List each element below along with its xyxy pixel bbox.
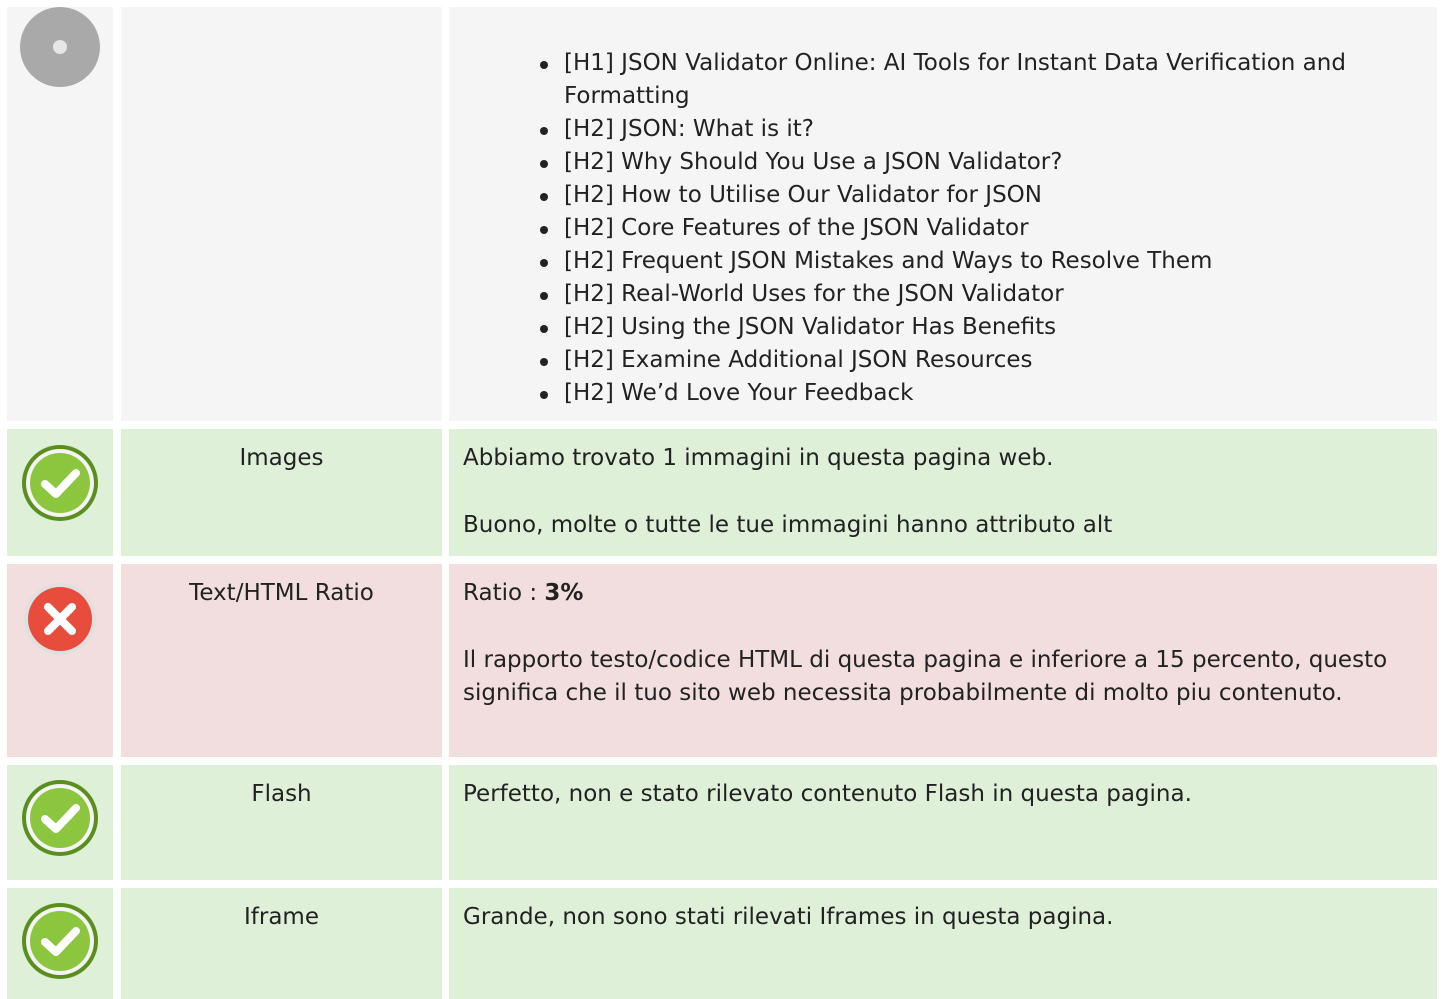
ratio-prefix: Ratio : [463,580,545,606]
neutral-status-icon [20,7,100,87]
headings-body-cell: [H1] JSON Validator Online: AI Tools for… [449,7,1437,421]
ratio-label: Text/HTML Ratio [189,580,374,606]
headings-label-cell [121,7,442,421]
heading-list-item: [H2] Examine Additional JSON Resources [540,344,1429,377]
heading-list-item: [H2] Using the JSON Validator Has Benefi… [540,311,1429,344]
heading-list-item: [H2] We’d Love Your Feedback [540,377,1429,410]
ratio-value: 3% [544,580,584,606]
iframe-row: Iframe Grande, non sono stati rilevati I… [0,888,1446,999]
heading-list-item: [H2] How to Utilise Our Validator for JS… [540,179,1429,212]
heading-list-item: [H2] Frequent JSON Mistakes and Ways to … [540,245,1429,278]
check-icon [22,445,98,521]
headings-icon-cell [7,7,113,421]
heading-list-item: [H2] Core Features of the JSON Validator [540,212,1429,245]
images-row: Images Abbiamo trovato 1 immagini in que… [0,429,1446,556]
heading-list-item: [H2] JSON: What is it? [540,113,1429,146]
images-alt-text: Buono, molte o tutte le tue immagini han… [463,512,1113,538]
heading-list-item: [H1] JSON Validator Online: AI Tools for… [540,47,1429,113]
flash-label: Flash [251,781,312,807]
iframe-text: Grande, non sono stati rilevati Iframes … [463,904,1114,930]
check-icon [22,780,98,856]
images-count-text: Abbiamo trovato 1 immagini in questa pag… [463,445,1054,471]
ratio-description: Il rapporto testo/codice HTML di questa … [463,647,1388,706]
heading-list-item: [H2] Why Should You Use a JSON Validator… [540,146,1429,179]
flash-row: Flash Perfetto, non e stato rilevato con… [0,765,1446,880]
error-icon [24,583,96,655]
ratio-value-line: Ratio : 3% [463,577,1417,610]
headings-row: [H1] JSON Validator Online: AI Tools for… [0,7,1446,421]
flash-text: Perfetto, non e stato rilevato contenuto… [463,781,1192,807]
iframe-label: Iframe [244,904,319,930]
headings-list: [H1] JSON Validator Online: AI Tools for… [540,47,1429,410]
heading-list-item: [H2] Real-World Uses for the JSON Valida… [540,278,1429,311]
images-label: Images [239,445,324,471]
ratio-row: Text/HTML Ratio Ratio : 3% Il rapporto t… [0,564,1446,757]
check-icon [22,903,98,979]
